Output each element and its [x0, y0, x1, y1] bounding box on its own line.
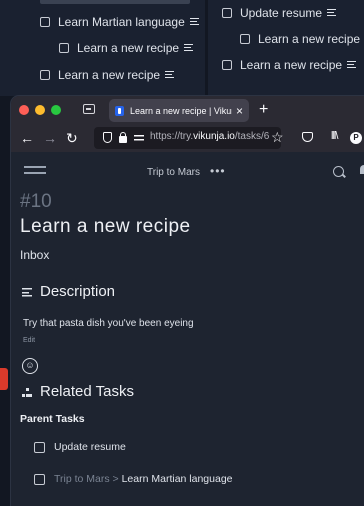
tab-overview-icon[interactable]: [83, 104, 95, 114]
related-task-title[interactable]: Learn Martian language: [122, 473, 233, 485]
description-icon: [165, 71, 175, 79]
task-label: Learn a new recipe: [258, 32, 361, 46]
address-bar[interactable]: https://try.vikunja.io/tasks/6 ☆: [94, 127, 284, 149]
related-task-project[interactable]: Trip to Mars: [54, 473, 110, 485]
background-task-item[interactable]: Learn Martian language: [40, 15, 199, 29]
related-tasks-heading: Related Tasks: [40, 383, 134, 400]
description-heading: Description: [40, 283, 116, 300]
lock-icon[interactable]: [119, 132, 127, 143]
related-task-item[interactable]: Trip to Mars > Learn Martian language: [34, 473, 233, 485]
related-task-item[interactable]: Update resume: [34, 441, 126, 453]
vikunja-favicon-icon: [115, 105, 124, 116]
background-scroll-edge: [40, 0, 190, 4]
background-task-item[interactable]: Learn a new recipe: [222, 58, 357, 72]
description-heading-icon: [22, 288, 32, 297]
parent-tasks-label: Parent Tasks: [20, 413, 85, 425]
pocket-icon[interactable]: [302, 132, 313, 142]
checkbox[interactable]: [222, 60, 232, 70]
task-label: Learn a new recipe: [240, 58, 343, 72]
related-task-title[interactable]: Update resume: [54, 441, 126, 453]
navigation-bar: ← → ↻ https://try.vikunja.io/tasks/6 ☆ l…: [11, 124, 364, 152]
minimize-window-button[interactable]: [35, 105, 45, 115]
url-text[interactable]: https://try.vikunja.io/tasks/6: [150, 131, 269, 142]
project-title[interactable]: Trip to Mars: [147, 167, 200, 178]
permissions-icon[interactable]: [134, 134, 144, 142]
search-icon[interactable]: [333, 166, 344, 177]
project-menu-dots-icon[interactable]: •••: [210, 164, 226, 178]
background-task-item[interactable]: Learn a new recipe: [240, 32, 364, 46]
background-task-item[interactable]: Learn a new recipe: [40, 68, 175, 82]
close-window-button[interactable]: [19, 105, 29, 115]
checkbox[interactable]: [222, 8, 232, 18]
task-label: Learn a new recipe: [58, 68, 161, 82]
edit-description-link[interactable]: Edit: [23, 337, 35, 344]
library-icon[interactable]: lll\: [331, 130, 338, 142]
task-label: Learn a new recipe: [77, 41, 180, 55]
emoji-reaction-icon[interactable]: ☺: [22, 358, 38, 374]
profile-avatar[interactable]: P: [350, 132, 362, 144]
back-arrow-icon[interactable]: ←: [20, 130, 34, 146]
background-task-item[interactable]: Update resume: [222, 6, 337, 20]
background-task-item[interactable]: Learn a new recipe: [59, 41, 194, 55]
new-tab-button[interactable]: +: [259, 101, 268, 119]
description-icon: [327, 9, 337, 17]
checkbox[interactable]: [59, 43, 69, 53]
checkbox[interactable]: [34, 441, 45, 453]
tab-title: Learn a new recipe | Vikunja: [130, 105, 232, 116]
task-label: Update resume: [240, 6, 323, 20]
active-tab[interactable]: Learn a new recipe | Vikunja ×: [109, 99, 249, 122]
checkbox[interactable]: [40, 70, 50, 80]
task-project-label[interactable]: Inbox: [20, 248, 49, 262]
forward-arrow-icon[interactable]: →: [43, 130, 57, 146]
reload-icon[interactable]: ↻: [66, 130, 78, 146]
description-icon: [189, 18, 199, 26]
checkbox[interactable]: [240, 34, 250, 44]
description-text[interactable]: Try that pasta dish you've been eyeing: [23, 318, 194, 329]
checkbox[interactable]: [40, 17, 50, 27]
task-number: #10: [20, 191, 52, 212]
tracking-shield-icon[interactable]: [103, 132, 112, 143]
breadcrumb-separator: >: [109, 473, 122, 485]
description-icon: [184, 44, 194, 52]
tab-close-icon[interactable]: ×: [236, 104, 243, 118]
menu-hamburger-icon[interactable]: [24, 166, 46, 178]
browser-window: Learn a new recipe | Vikunja × + ← → ↻ h…: [11, 96, 364, 506]
description-icon: [347, 61, 357, 69]
task-label: Learn Martian language: [58, 15, 185, 29]
related-tasks-sitemap-icon: [22, 388, 32, 397]
checkbox[interactable]: [34, 473, 45, 485]
background-red-tab: [0, 368, 8, 390]
maximize-window-button[interactable]: [51, 105, 61, 115]
task-title[interactable]: Learn a new recipe: [20, 216, 191, 238]
notifications-bell-icon[interactable]: [360, 165, 364, 174]
bookmark-star-icon[interactable]: ☆: [271, 129, 284, 146]
tab-bar: Learn a new recipe | Vikunja × +: [11, 96, 364, 124]
